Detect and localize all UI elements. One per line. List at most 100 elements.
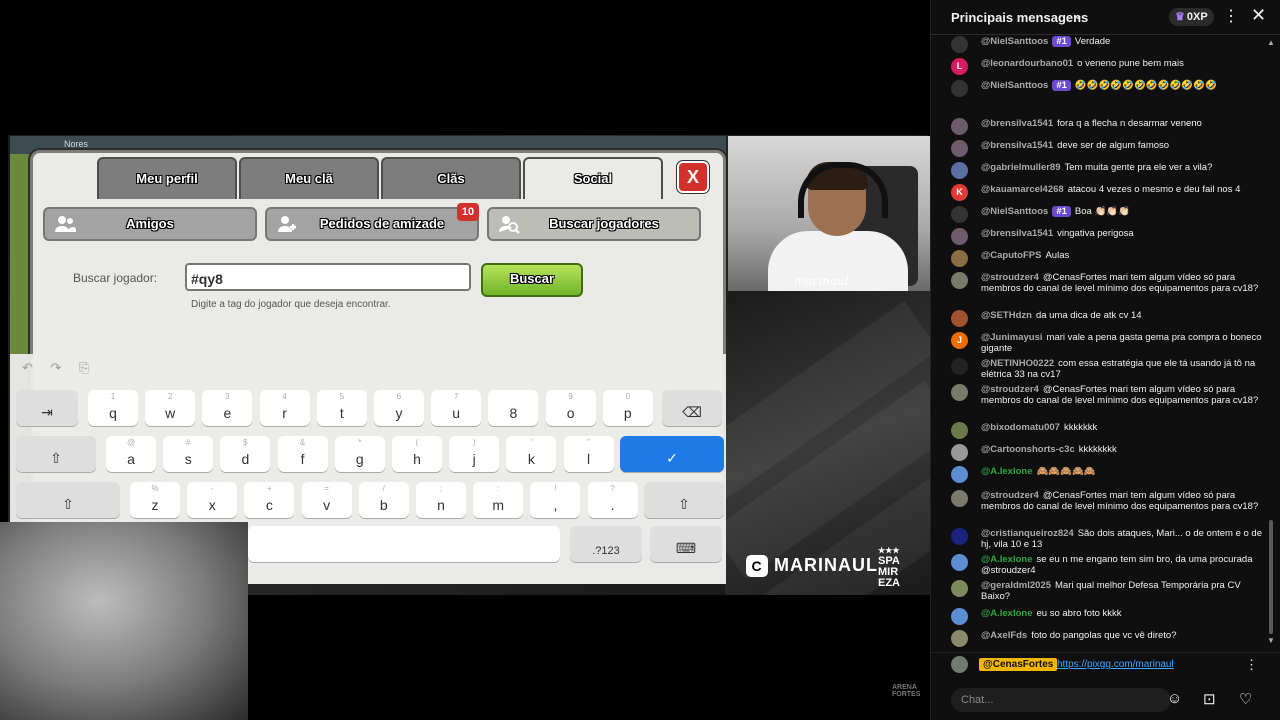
avatar[interactable] <box>951 250 968 267</box>
avatar[interactable] <box>951 554 968 571</box>
avatar[interactable]: J <box>951 332 968 349</box>
player-tag-input[interactable]: #qy8 <box>185 263 471 291</box>
key-row3[interactable]: ?. <box>587 482 638 518</box>
chat-author[interactable]: @A.lexlone <box>981 608 1033 619</box>
close-dialog-button[interactable]: X <box>677 161 709 193</box>
key-row1[interactable]: 0p <box>602 390 653 426</box>
close-icon[interactable]: ✕ <box>1251 5 1266 26</box>
avatar[interactable] <box>951 490 968 507</box>
key-row2[interactable]: # s <box>163 436 214 472</box>
avatar[interactable] <box>951 444 968 461</box>
key-row3[interactable]: / b <box>358 482 409 518</box>
key-row2[interactable]: ' k <box>506 436 557 472</box>
heart-icon[interactable]: ♡ <box>1239 690 1252 708</box>
avatar[interactable] <box>951 608 968 625</box>
tab-meu-perfil[interactable]: Meu perfil <box>97 157 237 199</box>
super-chat-icon[interactable]: ⊡ <box>1203 690 1216 708</box>
chat-input[interactable]: Chat... <box>951 688 1171 712</box>
space-key[interactable] <box>248 526 560 562</box>
avatar[interactable] <box>951 140 968 157</box>
avatar[interactable]: L <box>951 58 968 75</box>
chat-author[interactable]: @A.lexlone <box>981 554 1033 565</box>
avatar[interactable] <box>951 466 968 483</box>
avatar[interactable]: K <box>951 184 968 201</box>
chat-author[interactable]: @brensilva1541 <box>981 140 1053 151</box>
avatar[interactable] <box>951 630 968 647</box>
numbers-key[interactable]: .?123 <box>570 526 642 562</box>
key-row1[interactable]: 1q <box>88 390 138 426</box>
chat-author[interactable]: @gabrielmuller89 <box>981 162 1061 173</box>
key-row1[interactable]: 8 <box>488 390 539 426</box>
chat-author[interactable]: @cristianqueiroz824 <box>981 528 1074 539</box>
friends-button[interactable]: Amigos <box>43 207 257 241</box>
avatar[interactable] <box>951 580 968 597</box>
xp-pill[interactable]: ♛ 0XP <box>1169 8 1214 26</box>
undo-icon[interactable]: ↶ <box>22 360 33 375</box>
avatar[interactable] <box>951 228 968 245</box>
clipboard-icon[interactable]: ⎘ <box>79 360 89 375</box>
key-row2[interactable]: @ a <box>106 436 156 472</box>
emoji-icon[interactable]: ☺ <box>1167 690 1182 707</box>
key-row3[interactable]: % z <box>130 482 180 518</box>
key-row2[interactable]: & f <box>277 436 328 472</box>
key-row3[interactable]: :m <box>473 482 524 518</box>
chat-author[interactable]: @CaputoFPS <box>981 250 1041 261</box>
chat-author[interactable]: @brensilva1541 <box>981 228 1053 239</box>
key-row2[interactable]: (h <box>392 436 442 472</box>
key-row1[interactable]: 2w <box>145 390 196 426</box>
chevron-down-icon[interactable]: ⌄ <box>1073 8 1083 22</box>
chat-author[interactable]: @AxelFds <box>981 630 1027 641</box>
chat-scrollbar[interactable] <box>1269 520 1273 634</box>
tab-meu-cla[interactable]: Meu clã <box>239 157 379 199</box>
backspace-key[interactable]: ⌫ <box>662 390 722 426</box>
chat-author[interactable]: @geraldml2025 <box>981 580 1051 591</box>
more-options-icon[interactable]: ⋮ <box>1245 657 1258 673</box>
hide-keyboard-key[interactable]: ⌨ <box>650 526 722 562</box>
chat-author[interactable]: @stroudzer4 <box>981 384 1039 395</box>
tab-social[interactable]: Social <box>523 157 663 199</box>
key-row3[interactable]: ; n <box>416 482 466 518</box>
key-row2[interactable]: ) j <box>449 436 500 472</box>
chat-author[interactable]: @Cartoonshorts-c3c <box>981 444 1075 455</box>
key-row1[interactable]: 3e <box>202 390 253 426</box>
avatar[interactable] <box>951 206 968 223</box>
chat-mode-title[interactable]: Principais mensagens <box>951 10 1088 25</box>
tab-key[interactable]: ⇥ <box>16 390 78 426</box>
chat-author[interactable]: @stroudzer4 <box>981 272 1039 283</box>
shift-key-right[interactable]: ⇧ <box>644 482 724 518</box>
search-players-button[interactable]: Buscar jogadores <box>487 207 701 241</box>
redo-icon[interactable]: ↷ <box>51 360 62 375</box>
avatar[interactable] <box>951 118 968 135</box>
chat-author[interactable]: @NielSanttoos <box>981 206 1048 217</box>
shift-key-left[interactable]: ⇧ <box>16 436 96 472</box>
pinned-author[interactable]: @CenasFortes <box>979 658 1058 671</box>
enter-key[interactable]: ✓ <box>620 436 724 472</box>
chat-author[interactable]: @leonardourbano01 <box>981 58 1073 69</box>
chat-author[interactable]: @brensilva1541 <box>981 118 1053 129</box>
chat-author[interactable]: @stroudzer4 <box>981 490 1039 501</box>
key-row3[interactable]: = v <box>301 482 352 518</box>
tab-clas[interactable]: Clãs <box>381 157 521 199</box>
chat-author[interactable]: @kauamarcel4268 <box>981 184 1064 195</box>
key-row1[interactable]: 6y <box>374 390 424 426</box>
friend-requests-button[interactable]: Pedidos de amizade <box>265 207 479 241</box>
chat-author[interactable]: @NielSanttoos <box>981 36 1048 47</box>
key-row2[interactable]: " l <box>563 436 614 472</box>
avatar[interactable] <box>951 162 968 179</box>
avatar[interactable] <box>951 272 968 289</box>
key-row1[interactable]: 9o <box>545 390 596 426</box>
avatar[interactable] <box>951 80 968 97</box>
key-row2[interactable]: * g <box>334 436 385 472</box>
search-button[interactable]: Buscar <box>481 263 583 297</box>
avatar[interactable] <box>951 310 968 327</box>
chat-author[interactable]: @bixodomatu007 <box>981 422 1060 433</box>
avatar[interactable] <box>951 422 968 439</box>
key-row3[interactable]: -x <box>187 482 238 518</box>
key-row2[interactable]: $ d <box>220 436 271 472</box>
key-row1[interactable]: 5t <box>316 390 367 426</box>
chat-author[interactable]: @A.lexlone <box>981 466 1033 477</box>
key-row1[interactable]: 7u <box>431 390 482 426</box>
chat-author[interactable]: @Junimayusi <box>981 332 1043 343</box>
avatar[interactable] <box>951 384 968 401</box>
more-options-icon[interactable]: ⋮ <box>1223 6 1239 26</box>
